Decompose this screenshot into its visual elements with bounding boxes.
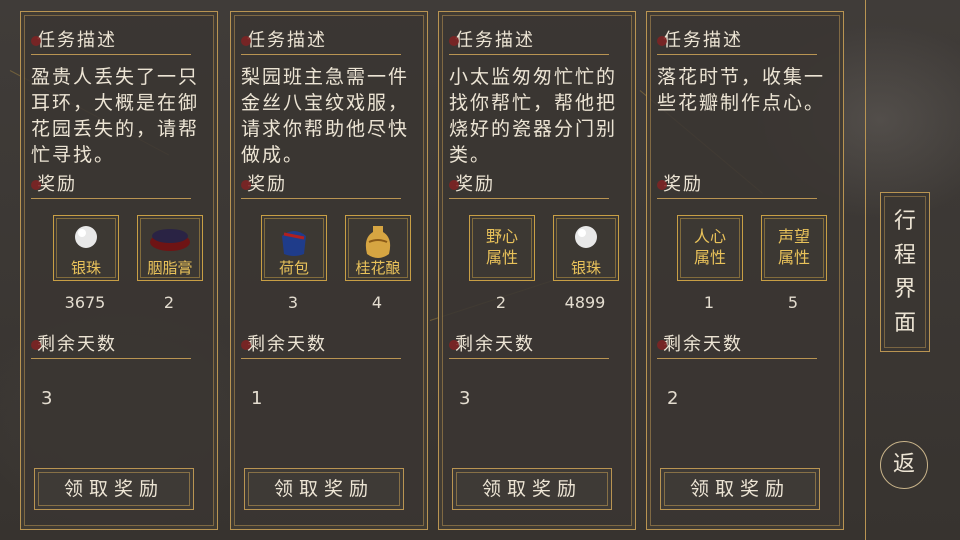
days-remaining: 1 [251, 388, 263, 409]
days-remaining: 3 [41, 388, 53, 409]
attribute-label: 人心属性 [693, 227, 726, 267]
quest-description: 落花时节，收集一些花瓣制作点心。 [657, 66, 826, 114]
days-section-header: 剩余天数 [657, 332, 817, 359]
claim-reward-button[interactable]: 领取奖励 [34, 468, 194, 510]
quest-description: 盈贵人丢失了一只耳环，大概是在御花园丢失的，请帮忙寻找。 [31, 66, 200, 166]
attribute-label: 声望属性 [777, 227, 810, 267]
rouge-box-icon [150, 229, 190, 251]
reward-slot[interactable]: 人心属性 [677, 215, 743, 281]
reward-count: 2 [495, 293, 507, 312]
reward-section-header: 奖励 [241, 172, 401, 199]
reward-section-header: 奖励 [31, 172, 191, 199]
quest-card-4: 任务描述 落花时节，收集一些花瓣制作点心。 奖励 人心属性 声望属性 1 5 剩… [646, 11, 844, 530]
reward-section-header: 奖励 [657, 172, 817, 199]
reward-name: 荷包 [278, 259, 309, 277]
reward-slot[interactable]: 银珠 [53, 215, 119, 281]
itinerary-tab-label: 行程界面 [894, 209, 917, 336]
reward-count: 4 [371, 293, 383, 312]
claim-reward-button[interactable]: 领取奖励 [244, 468, 404, 510]
days-section-header: 剩余天数 [241, 332, 401, 359]
reward-slot[interactable]: 荷包 [261, 215, 327, 281]
quest-description: 小太监匆匆忙忙的找你帮忙，帮他把烧好的瓷器分门别类。 [449, 66, 618, 166]
claim-reward-button[interactable]: 领取奖励 [660, 468, 820, 510]
reward-count: 3675 [64, 293, 106, 312]
reward-count: 1 [703, 293, 715, 312]
claim-reward-button[interactable]: 领取奖励 [452, 468, 612, 510]
itinerary-tab[interactable]: 行程界面 [880, 192, 930, 352]
reward-count: 2 [163, 293, 175, 312]
pearl-icon [75, 226, 97, 248]
back-button[interactable]: 返 [880, 441, 928, 489]
days-remaining: 2 [667, 388, 679, 409]
reward-name: 银珠 [70, 259, 101, 277]
right-rail-line [865, 0, 866, 540]
reward-name: 银珠 [570, 259, 601, 277]
quest-card-3: 任务描述 小太监匆匆忙忙的找你帮忙，帮他把烧好的瓷器分门别类。 奖励 野心属性 … [438, 11, 636, 530]
reward-slot[interactable]: 桂花酿 [345, 215, 411, 281]
days-section-header: 剩余天数 [449, 332, 609, 359]
reward-slot[interactable]: 野心属性 [469, 215, 535, 281]
pearl-icon [575, 226, 597, 248]
reward-section-header: 奖励 [449, 172, 609, 199]
pouch-icon [282, 231, 306, 256]
task-section-header: 任务描述 [657, 28, 817, 55]
reward-slot[interactable]: 声望属性 [761, 215, 827, 281]
reward-name: 桂花酿 [355, 259, 401, 277]
days-remaining: 3 [459, 388, 471, 409]
reward-count: 3 [287, 293, 299, 312]
reward-count: 4899 [564, 293, 606, 312]
reward-slot[interactable]: 胭脂膏 [137, 215, 203, 281]
task-section-header: 任务描述 [241, 28, 401, 55]
quest-card-2: 任务描述 梨园班主急需一件金丝八宝纹戏服，请求你帮助他尽快做成。 奖励 荷包 桂… [230, 11, 428, 530]
task-section-header: 任务描述 [449, 28, 609, 55]
quest-card-1: 任务描述 盈贵人丢失了一只耳环，大概是在御花园丢失的，请帮忙寻找。 奖励 银珠 … [20, 11, 218, 530]
days-section-header: 剩余天数 [31, 332, 191, 359]
task-section-header: 任务描述 [31, 28, 191, 55]
attribute-label: 野心属性 [485, 227, 518, 267]
reward-name: 胭脂膏 [147, 259, 193, 277]
reward-count: 5 [787, 293, 799, 312]
reward-slot[interactable]: 银珠 [553, 215, 619, 281]
quest-description: 梨园班主急需一件金丝八宝纹戏服，请求你帮助他尽快做成。 [241, 66, 410, 166]
